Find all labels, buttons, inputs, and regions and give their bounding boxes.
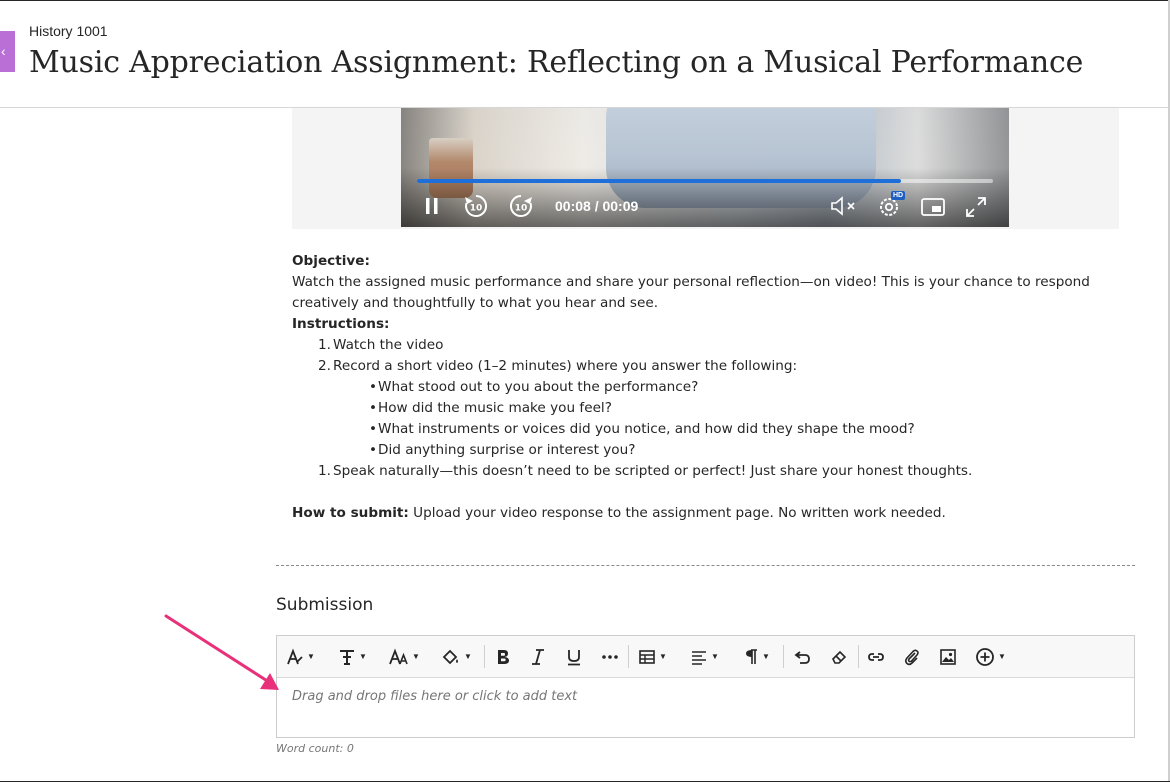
attach-icon[interactable] (903, 636, 921, 677)
list-item: 1. Watch the video (292, 335, 1132, 356)
picture-in-picture-icon[interactable] (920, 197, 946, 217)
video-player[interactable]: 10 10 00:08 / 00:09 HD (401, 108, 1009, 227)
paragraph-icon[interactable]: ▼ (743, 636, 770, 677)
link-icon[interactable] (867, 636, 885, 677)
question-item: • How did the music make you feel? (292, 398, 1132, 419)
add-content-icon[interactable]: ▼ (975, 636, 1006, 677)
list-number: 1. (318, 337, 331, 353)
toolbar-divider (783, 645, 784, 668)
question-item: • Did anything surprise or interest you? (292, 440, 1132, 461)
instructions-heading: Instructions: (292, 316, 390, 332)
section-divider (276, 565, 1135, 566)
question-text: What instruments or voices did you notic… (378, 421, 915, 437)
text-style-icon[interactable]: ▼ (286, 636, 315, 677)
video-player-container: 10 10 00:08 / 00:09 HD (292, 108, 1119, 229)
question-item: • What stood out to you about the perfor… (292, 377, 1132, 398)
how-to-submit-text: Upload your video response to the assign… (408, 505, 946, 521)
pause-icon[interactable] (423, 196, 441, 216)
list-item-text: Watch the video (333, 337, 444, 353)
submission-heading: Submission (276, 595, 374, 615)
rewind-10-label: 10 (470, 204, 483, 214)
font-size-icon[interactable]: ▼ (389, 636, 420, 677)
clear-format-icon[interactable] (830, 636, 848, 677)
question-text: How did the music make you feel? (378, 400, 612, 416)
forward-10-icon[interactable]: 10 (508, 193, 534, 219)
bullet-icon: • (369, 379, 378, 395)
list-item: 1. Speak naturally—this doesn’t need to … (292, 461, 1132, 482)
underline-icon[interactable] (565, 636, 583, 677)
how-to-submit: How to submit: Upload your video respons… (292, 503, 1132, 524)
toolbar-divider (484, 645, 485, 668)
assignment-instructions: Objective: Watch the assigned music perf… (292, 251, 1132, 524)
image-icon[interactable] (939, 636, 957, 677)
list-item: 2. Record a short video (1–2 minutes) wh… (292, 356, 1132, 377)
bullet-icon: • (369, 421, 378, 437)
word-count: Word count: 0 (276, 742, 354, 755)
undo-icon[interactable] (794, 636, 812, 677)
forward-10-label: 10 (515, 204, 528, 214)
editor-placeholder[interactable]: Drag and drop files here or click to add… (292, 689, 577, 704)
more-icon[interactable] (601, 636, 619, 677)
list-number: 1. (318, 463, 331, 479)
bullet-icon: • (369, 442, 378, 458)
back-button[interactable]: ‹ (0, 31, 15, 72)
hd-badge: HD (891, 191, 906, 200)
how-to-submit-label: How to submit: (292, 505, 409, 521)
rewind-10-icon[interactable]: 10 (463, 193, 489, 219)
submission-editor[interactable]: ▼ ▼ ▼ ▼ ▼ ▼ ▼ ▼ Drag and drop files here… (276, 635, 1135, 738)
bullet-icon: • (369, 400, 378, 416)
font-family-icon[interactable]: ▼ (338, 636, 367, 677)
annotation-arrow-icon (164, 614, 279, 690)
video-progress-bar[interactable] (417, 179, 993, 183)
video-controls-shade (401, 168, 1009, 227)
list-item-text: Speak naturally—this doesn’t need to be … (333, 463, 973, 479)
objective-heading: Objective: (292, 253, 370, 269)
question-item: • What instruments or voices did you not… (292, 419, 1132, 440)
bold-icon[interactable] (494, 636, 512, 677)
course-name: History 1001 (29, 23, 108, 39)
list-item-text: Record a short video (1–2 minutes) where… (333, 358, 798, 374)
toolbar-divider (628, 645, 629, 668)
fullscreen-icon[interactable] (964, 195, 988, 219)
list-number: 2. (318, 358, 331, 374)
objective-text: Watch the assigned music performance and… (292, 274, 1090, 311)
mute-icon[interactable] (830, 196, 860, 216)
fill-color-icon[interactable]: ▼ (441, 636, 472, 677)
align-icon[interactable]: ▼ (690, 636, 719, 677)
table-icon[interactable]: ▼ (638, 636, 667, 677)
editor-toolbar: ▼ ▼ ▼ ▼ ▼ ▼ ▼ ▼ (277, 636, 1134, 678)
page-header: ‹ History 1001 Music Appreciation Assign… (0, 1, 1168, 108)
video-progress-fill (417, 179, 901, 183)
page-title: Music Appreciation Assignment: Reflectin… (29, 45, 1084, 80)
back-chevron-icon: ‹ (1, 43, 6, 59)
video-time: 00:08 / 00:09 (555, 198, 639, 214)
question-text: Did anything surprise or interest you? (378, 442, 636, 458)
question-text: What stood out to you about the performa… (378, 379, 699, 395)
toolbar-divider (858, 645, 859, 668)
italic-icon[interactable] (530, 636, 546, 677)
